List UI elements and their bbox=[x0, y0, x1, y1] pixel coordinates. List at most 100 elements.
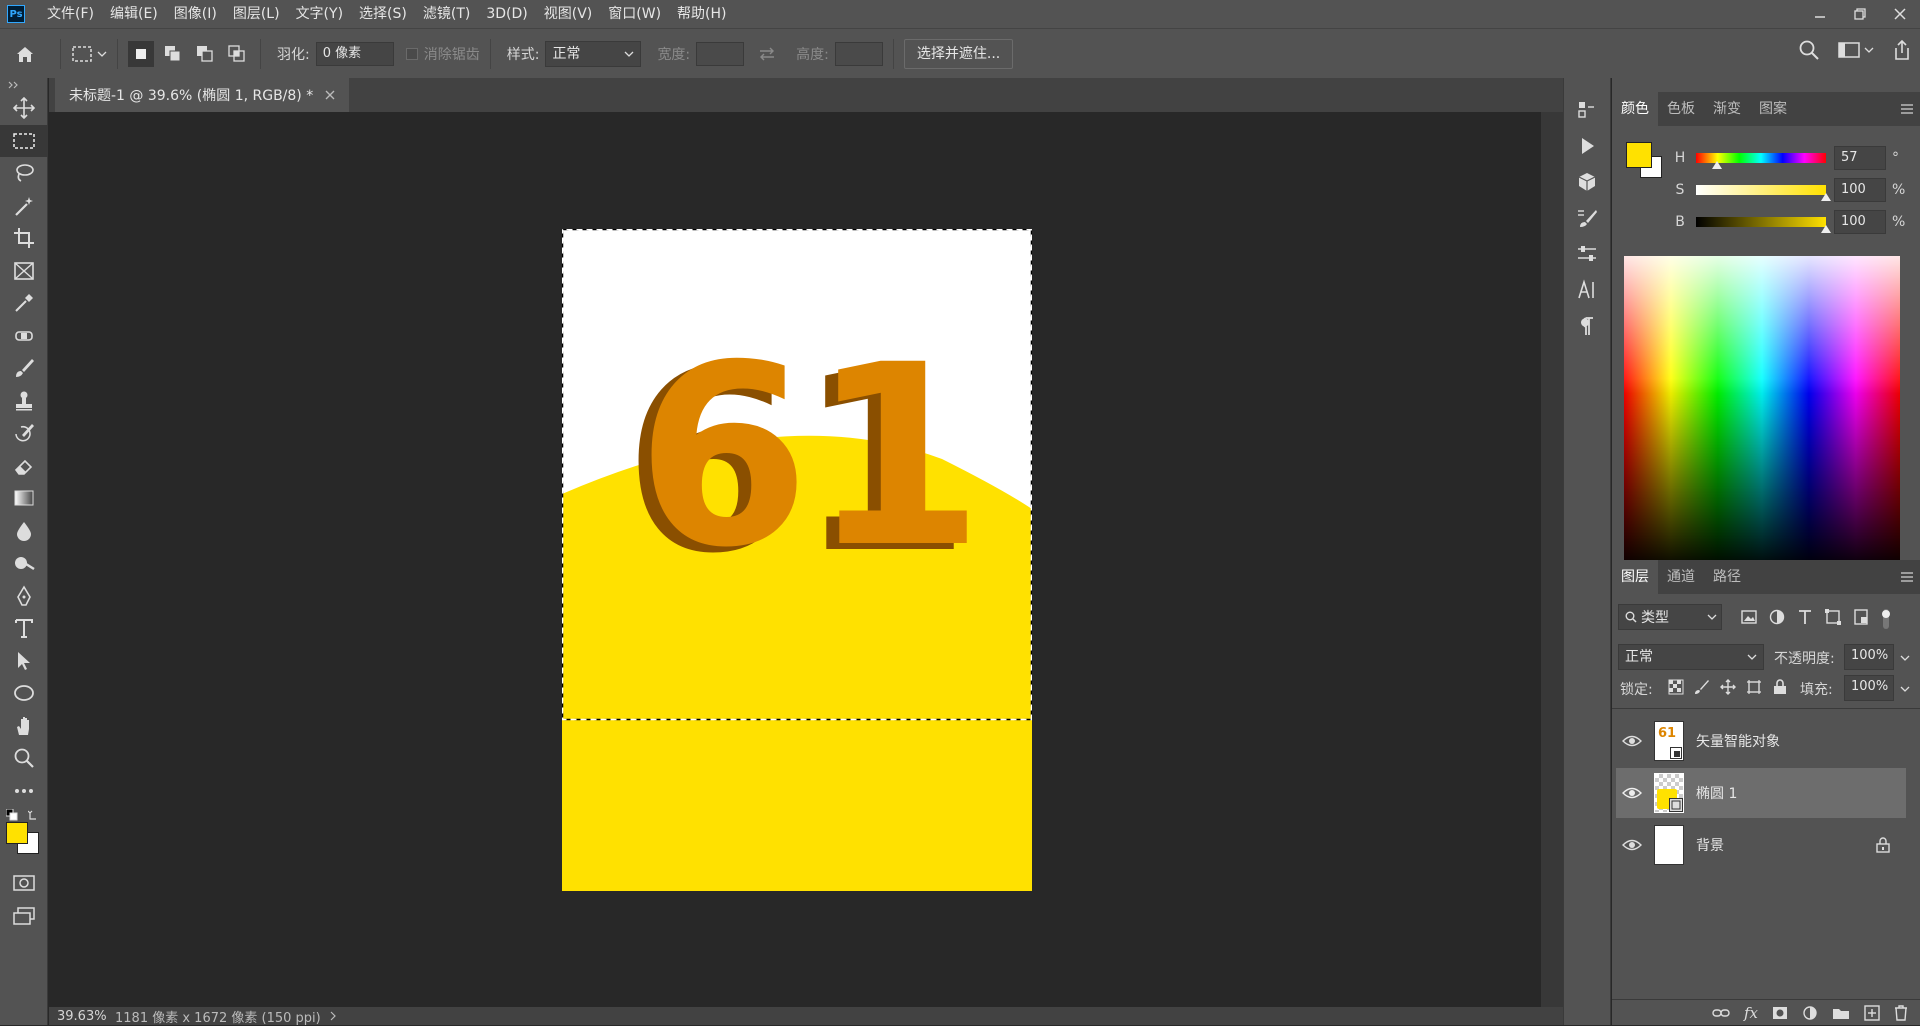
menu-select[interactable]: 选择(S) bbox=[351, 0, 415, 28]
color-spectrum[interactable] bbox=[1624, 256, 1900, 562]
menu-3d[interactable]: 3D(D) bbox=[478, 0, 535, 28]
saturation-slider[interactable] bbox=[1696, 185, 1831, 201]
spot-healing-tool[interactable] bbox=[0, 320, 48, 353]
tab-swatches[interactable]: 色板 bbox=[1658, 92, 1704, 126]
hand-tool[interactable] bbox=[0, 710, 48, 743]
saturation-input[interactable]: 100 bbox=[1834, 178, 1886, 202]
pen-tool[interactable] bbox=[0, 580, 48, 613]
add-selection-button[interactable] bbox=[160, 41, 186, 67]
lock-all-icon[interactable] bbox=[1772, 679, 1788, 695]
select-and-mask-button[interactable]: 选择并遮住... bbox=[903, 38, 1014, 69]
new-layer-icon[interactable] bbox=[1864, 1004, 1880, 1021]
subtract-selection-button[interactable] bbox=[192, 41, 218, 67]
blend-mode-select[interactable]: 正常 bbox=[1618, 644, 1764, 670]
menu-help[interactable]: 帮助(H) bbox=[669, 0, 734, 28]
panel-menu-icon[interactable] bbox=[1900, 103, 1914, 115]
chevron-down-icon[interactable] bbox=[1900, 653, 1910, 663]
document-canvas[interactable]: 61 61 bbox=[562, 229, 1032, 891]
tab-patterns[interactable]: 图案 bbox=[1750, 92, 1796, 126]
layer-name[interactable]: 矢量智能对象 bbox=[1696, 731, 1780, 751]
hue-slider[interactable] bbox=[1696, 153, 1826, 169]
blur-tool[interactable] bbox=[0, 515, 48, 548]
menu-filter[interactable]: 滤镜(T) bbox=[415, 0, 478, 28]
search-icon[interactable] bbox=[1798, 39, 1820, 61]
marquee-tool[interactable] bbox=[0, 124, 48, 157]
filter-toggle-icon[interactable] bbox=[1880, 608, 1892, 630]
zoom-tool[interactable] bbox=[0, 742, 48, 775]
document-tab[interactable]: 未标题-1 @ 39.6% (椭圆 1, RGB/8) * bbox=[55, 78, 350, 112]
history-panel-button[interactable] bbox=[1564, 92, 1610, 128]
smart-object-filter-icon[interactable] bbox=[1852, 608, 1870, 626]
brightness-slider[interactable] bbox=[1696, 217, 1831, 233]
dodge-tool[interactable] bbox=[0, 547, 48, 580]
menu-file[interactable]: 文件(F) bbox=[39, 0, 102, 28]
layer-row-background[interactable]: 背景 bbox=[1616, 820, 1906, 870]
screen-mode-button[interactable] bbox=[0, 900, 48, 933]
width-input[interactable] bbox=[696, 41, 745, 66]
close-icon[interactable] bbox=[325, 90, 335, 100]
adjustment-layer-icon[interactable] bbox=[1802, 1005, 1818, 1021]
path-selection-tool[interactable] bbox=[0, 645, 48, 678]
tab-color[interactable]: 颜色 bbox=[1612, 92, 1658, 126]
foreground-color-chip[interactable] bbox=[1626, 142, 1652, 168]
foreground-color-swatch[interactable] bbox=[6, 822, 28, 844]
magic-wand-tool[interactable] bbox=[0, 190, 48, 223]
layer-filter-select[interactable]: 类型 bbox=[1618, 604, 1722, 630]
layer-row-ellipse[interactable]: 椭圆 1 bbox=[1616, 768, 1906, 818]
clone-stamp-tool[interactable] bbox=[0, 385, 48, 418]
brightness-input[interactable]: 100 bbox=[1834, 210, 1886, 234]
workspace-switcher[interactable] bbox=[1838, 41, 1874, 59]
menu-view[interactable]: 视图(V) bbox=[536, 0, 601, 28]
history-brush-tool[interactable] bbox=[0, 417, 48, 450]
brush-settings-button[interactable] bbox=[1564, 200, 1610, 236]
menu-image[interactable]: 图像(I) bbox=[166, 0, 225, 28]
document-info[interactable]: 1181 像素 x 1672 像素 (150 ppi) bbox=[115, 1007, 321, 1026]
layer-name[interactable]: 椭圆 1 bbox=[1696, 783, 1737, 803]
adjustments-button[interactable] bbox=[1564, 236, 1610, 272]
hue-slider-thumb[interactable] bbox=[1711, 161, 1722, 169]
frame-tool[interactable] bbox=[0, 255, 48, 288]
visibility-eye-icon[interactable] bbox=[1622, 838, 1642, 852]
lock-pixels-icon[interactable] bbox=[1694, 679, 1710, 695]
vertical-scrollbar[interactable] bbox=[1541, 112, 1563, 1007]
tool-preset-picker[interactable] bbox=[71, 45, 107, 63]
chevron-right-icon[interactable] bbox=[329, 1011, 337, 1021]
layer-row-smart-object[interactable]: 61 矢量智能对象 bbox=[1616, 716, 1906, 766]
panel-menu-icon[interactable] bbox=[1900, 571, 1914, 583]
style-select[interactable]: 正常 bbox=[545, 40, 642, 67]
visibility-eye-icon[interactable] bbox=[1622, 786, 1642, 800]
menu-window[interactable]: 窗口(W) bbox=[600, 0, 669, 28]
lock-transparent-icon[interactable] bbox=[1668, 679, 1684, 695]
home-button[interactable] bbox=[0, 44, 50, 64]
default-colors-icon[interactable] bbox=[6, 809, 18, 821]
feather-input[interactable]: 0 像素 bbox=[315, 41, 394, 66]
opacity-input[interactable]: 100% bbox=[1844, 644, 1894, 670]
tab-layers[interactable]: 图层 bbox=[1612, 560, 1658, 594]
more-tools[interactable] bbox=[0, 775, 48, 808]
new-selection-button[interactable] bbox=[128, 40, 154, 67]
menu-layer[interactable]: 图层(L) bbox=[225, 0, 288, 28]
folder-icon[interactable] bbox=[1832, 1006, 1850, 1020]
adjustment-filter-icon[interactable] bbox=[1768, 608, 1786, 626]
intersect-selection-button[interactable] bbox=[224, 41, 250, 67]
menu-type[interactable]: 文字(Y) bbox=[288, 0, 351, 28]
lasso-tool[interactable] bbox=[0, 157, 48, 190]
shape-filter-icon[interactable] bbox=[1824, 608, 1842, 626]
chevron-down-icon[interactable] bbox=[1900, 684, 1910, 694]
antialias-checkbox[interactable]: 消除锯齿 bbox=[405, 44, 480, 64]
fx-icon[interactable]: fx bbox=[1744, 1004, 1758, 1022]
toolbar-collapse[interactable] bbox=[0, 78, 47, 92]
crop-tool[interactable] bbox=[0, 222, 48, 255]
link-layers-icon[interactable] bbox=[1712, 1007, 1730, 1019]
paragraph-panel-button[interactable] bbox=[1564, 308, 1610, 344]
eraser-tool[interactable] bbox=[0, 450, 48, 483]
tab-gradients[interactable]: 渐变 bbox=[1704, 92, 1750, 126]
hue-input[interactable]: 57 bbox=[1834, 146, 1886, 170]
lock-artboard-icon[interactable] bbox=[1746, 679, 1762, 695]
lock-position-icon[interactable] bbox=[1720, 679, 1736, 695]
zoom-level[interactable]: 39.63% bbox=[57, 1009, 107, 1024]
quick-mask-button[interactable] bbox=[0, 867, 48, 900]
type-tool[interactable] bbox=[0, 612, 48, 645]
saturation-slider-thumb[interactable] bbox=[1821, 193, 1831, 201]
layer-name[interactable]: 背景 bbox=[1696, 835, 1724, 855]
